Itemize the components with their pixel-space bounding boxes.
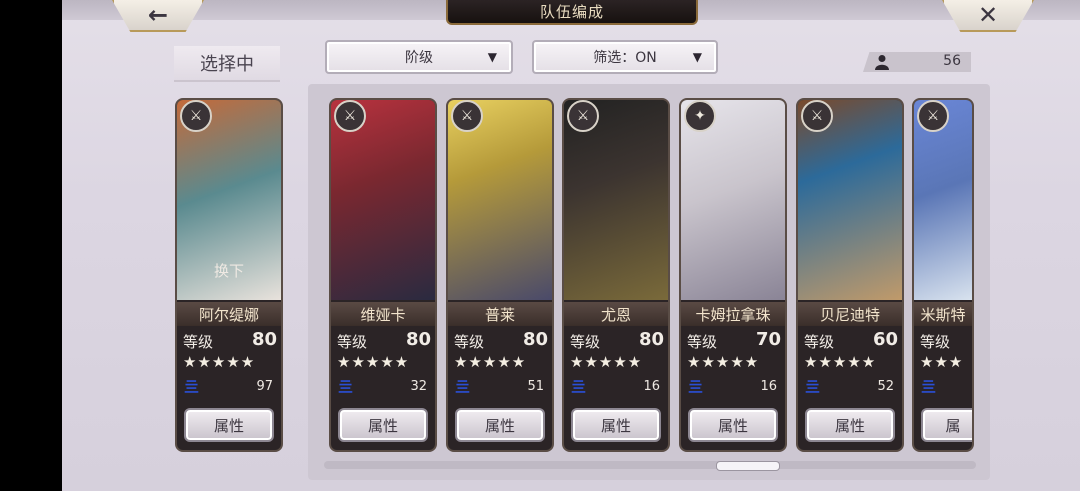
filter-label: 筛选：ON — [593, 50, 657, 66]
character-name: 维娅卡 — [331, 302, 435, 326]
team-formation-screen: ← 队伍编成 ✕ 选择中 阶级 ▼ 筛选：ON ▼ 56 ⚔ 换下 阿尔缇娜 等… — [62, 0, 1080, 491]
star-rating: ★★★★★ — [454, 353, 527, 371]
unit-number: 16 — [643, 379, 660, 394]
class-badge-icon: ⚔ — [334, 100, 366, 132]
attributes-button[interactable]: 属性 — [571, 408, 661, 442]
level-label: 等级 — [570, 333, 601, 351]
left-black-bar — [0, 0, 62, 491]
rank-icon: 亖 — [805, 378, 821, 396]
level-label: 等级 — [183, 333, 214, 351]
user-icon — [875, 55, 889, 70]
swap-out-label[interactable]: 换下 — [177, 260, 281, 281]
rank-icon: 亖 — [921, 378, 937, 396]
filter-dropdown[interactable]: 筛选：ON ▼ — [532, 40, 718, 74]
character-card[interactable]: ⚔ 贝尼迪特 等级 60 ★★★★★ 亖 52 属性 — [796, 98, 904, 452]
class-badge-icon: ⚔ — [180, 100, 212, 132]
rank-icon: 亖 — [571, 378, 587, 396]
star-rating: ★★★ — [920, 353, 964, 371]
unit-count: 56 — [943, 53, 961, 69]
selected-character-card[interactable]: ⚔ 换下 阿尔缇娜 等级 80 ★★★★★ 亖 97 属性 — [175, 98, 283, 452]
level-value: 60 — [872, 329, 898, 350]
page-title: 队伍编成 — [446, 0, 698, 25]
attributes-button[interactable]: 属性 — [688, 408, 778, 442]
unit-number: 32 — [410, 379, 427, 394]
rank-icon: 亖 — [688, 378, 704, 396]
attributes-button[interactable]: 属性 — [184, 408, 274, 442]
character-name: 尤恩 — [564, 302, 668, 326]
selecting-label: 选择中 — [174, 46, 280, 82]
attributes-button[interactable]: 属性 — [338, 408, 428, 442]
character-card[interactable]: ⚔ 米斯特 等级 ★★★ 亖 属 — [912, 98, 974, 452]
scrollbar-thumb[interactable] — [716, 461, 780, 471]
star-rating: ★★★★★ — [687, 353, 760, 371]
class-badge-icon: ⚔ — [917, 100, 949, 132]
class-badge-icon: ⚔ — [451, 100, 483, 132]
character-card[interactable]: ⚔ 普莱 等级 80 ★★★★★ 亖 51 属性 — [446, 98, 554, 452]
character-name: 贝尼迪特 — [798, 302, 902, 326]
dropdown-arrow-icon: ▼ — [487, 50, 497, 64]
star-rating: ★★★★★ — [804, 353, 877, 371]
level-value: 80 — [638, 329, 664, 350]
class-badge-icon: ✦ — [684, 100, 716, 132]
star-rating: ★★★★★ — [337, 353, 410, 371]
rank-sort-label: 阶级 — [405, 50, 433, 66]
character-name: 普莱 — [448, 302, 552, 326]
star-rating: ★★★★★ — [183, 353, 256, 371]
level-label: 等级 — [687, 333, 718, 351]
character-name: 米斯特 — [914, 302, 972, 326]
rank-icon: 亖 — [184, 378, 200, 396]
class-badge-icon: ⚔ — [801, 100, 833, 132]
character-card[interactable]: ⚔ 尤恩 等级 80 ★★★★★ 亖 16 属性 — [562, 98, 670, 452]
rank-icon: 亖 — [455, 378, 471, 396]
attributes-button[interactable]: 属性 — [455, 408, 545, 442]
unit-count-box: 56 — [863, 52, 971, 72]
character-card[interactable]: ⚔ 维娅卡 等级 80 ★★★★★ 亖 32 属性 — [329, 98, 437, 452]
unit-number: 52 — [877, 379, 894, 394]
level-value: 80 — [251, 329, 277, 350]
level-value: 80 — [522, 329, 548, 350]
character-portrait — [914, 100, 972, 300]
level-value: 80 — [405, 329, 431, 350]
close-button[interactable]: ✕ — [942, 0, 1034, 32]
unit-number: 16 — [760, 379, 777, 394]
character-name: 卡姆拉拿珠 — [681, 302, 785, 326]
rank-sort-dropdown[interactable]: 阶级 ▼ — [325, 40, 513, 74]
attributes-button[interactable]: 属 — [921, 408, 972, 442]
level-label: 等级 — [804, 333, 835, 351]
character-name: 阿尔缇娜 — [177, 302, 281, 326]
level-label: 等级 — [454, 333, 485, 351]
attributes-button[interactable]: 属性 — [805, 408, 895, 442]
rank-icon: 亖 — [338, 378, 354, 396]
star-rating: ★★★★★ — [570, 353, 643, 371]
back-arrow-icon: ← — [147, 1, 169, 29]
unit-number: 97 — [256, 379, 273, 394]
level-label: 等级 — [920, 333, 951, 351]
level-label: 等级 — [337, 333, 368, 351]
unit-number: 51 — [527, 379, 544, 394]
roster-scrollbar[interactable] — [324, 461, 976, 471]
dropdown-arrow-icon: ▼ — [692, 50, 702, 64]
back-button[interactable]: ← — [112, 0, 204, 32]
class-badge-icon: ⚔ — [567, 100, 599, 132]
character-card[interactable]: ✦ 卡姆拉拿珠 等级 70 ★★★★★ 亖 16 属性 — [679, 98, 787, 452]
close-icon: ✕ — [977, 1, 999, 29]
level-value: 70 — [755, 329, 781, 350]
